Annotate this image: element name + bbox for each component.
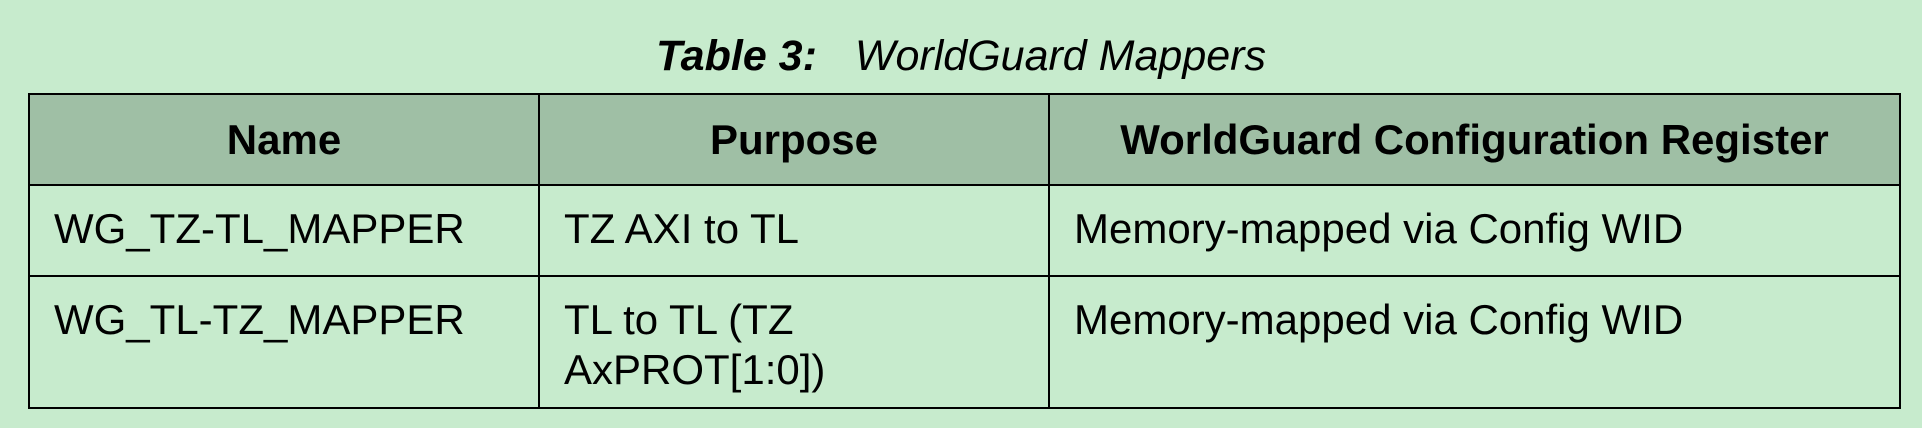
table-row: WG_TZ-TL_MAPPER TZ AXI to TL Memory-mapp… (28, 184, 1901, 277)
cell-config-register: Memory-mapped via Config WID (1048, 275, 1901, 409)
table-caption: Table 3: WorldGuard Mappers (0, 28, 1922, 84)
cell-config-register: Memory-mapped via Config WID (1048, 184, 1901, 277)
column-header-config-register: WorldGuard Configuration Register (1048, 93, 1901, 186)
table-header-row: Name Purpose WorldGuard Configuration Re… (28, 93, 1901, 186)
table-caption-title: WorldGuard Mappers (854, 32, 1266, 80)
cell-name: WG_TL-TZ_MAPPER (28, 275, 540, 409)
cell-name: WG_TZ-TL_MAPPER (28, 184, 540, 277)
column-header-name: Name (28, 93, 540, 186)
table-caption-label: Table 3: (656, 32, 817, 80)
cell-purpose: TL to TL (TZ AxPROT[1:0]) (538, 275, 1050, 409)
column-header-purpose: Purpose (538, 93, 1050, 186)
table-row: WG_TL-TZ_MAPPER TL to TL (TZ AxPROT[1:0]… (28, 275, 1901, 409)
cell-purpose: TZ AXI to TL (538, 184, 1050, 277)
worldguard-mappers-table: Name Purpose WorldGuard Configuration Re… (28, 93, 1901, 409)
